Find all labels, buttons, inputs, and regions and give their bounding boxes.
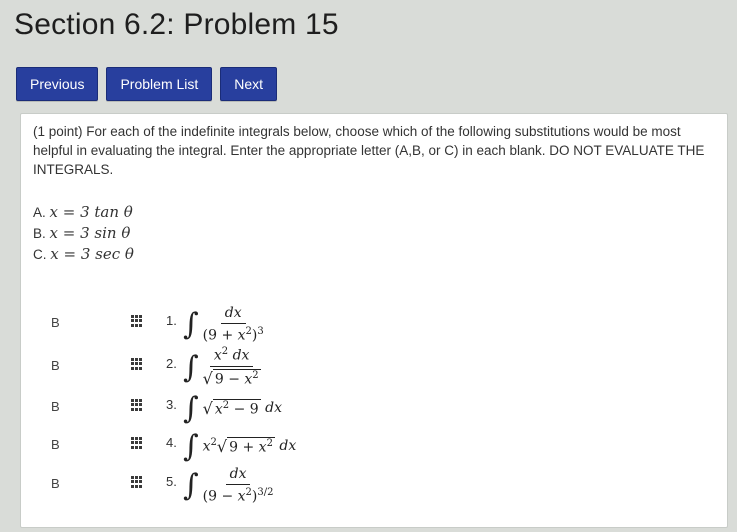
answer-input-4[interactable]: B <box>51 435 121 455</box>
question-number: 4. <box>166 435 177 450</box>
grid-icon[interactable] <box>131 315 143 327</box>
page-title: Section 6.2: Problem 15 <box>14 8 339 41</box>
integral-expression-2: ∫ x2 dx √ 9 − x2 <box>183 346 261 388</box>
integral-expression-4: ∫ x2 √ 9 + x2 dx <box>183 428 297 464</box>
option-a: A. x = 3 tan θ <box>33 202 134 223</box>
next-button[interactable]: Next <box>220 67 278 101</box>
option-substitution: x = 3 tan θ <box>49 203 133 221</box>
grid-icon[interactable] <box>131 358 143 370</box>
option-b: B. x = 3 sin θ <box>33 223 134 244</box>
answer-input-3[interactable]: B <box>51 397 121 417</box>
question-row-4: B 4. ∫ x2 √ 9 + x2 dx <box>21 427 721 465</box>
option-letter: B. <box>33 226 46 241</box>
problem-prompt: (1 point) For each of the indefinite int… <box>33 124 705 177</box>
option-c: C. x = 3 sec θ <box>33 244 134 265</box>
grid-icon[interactable] <box>131 476 143 488</box>
option-substitution: x = 3 sin θ <box>49 224 131 242</box>
problem-list-button[interactable]: Problem List <box>106 67 213 101</box>
grid-icon[interactable] <box>131 399 143 411</box>
problem-nav: Previous Problem List Next <box>16 67 278 101</box>
previous-button[interactable]: Previous <box>16 67 99 101</box>
question-row-5: B 5. ∫ dx (9 − x2)3/2 <box>21 465 721 505</box>
substitution-options: A. x = 3 tan θ B. x = 3 sin θ C. x = 3 s… <box>33 202 134 265</box>
answer-input-2[interactable]: B <box>51 356 121 376</box>
question-number: 1. <box>166 313 177 328</box>
question-number: 2. <box>166 356 177 371</box>
grid-icon[interactable] <box>131 437 143 449</box>
question-number: 3. <box>166 397 177 412</box>
question-number: 5. <box>166 474 177 489</box>
problem-panel: (1 point) For each of the indefinite int… <box>20 113 728 528</box>
integral-expression-1: ∫ dx (9 + x2)3 <box>183 304 264 344</box>
option-substitution: x = 3 sec θ <box>50 245 134 263</box>
question-row-3: B 3. ∫ √ x2 − 9 dx <box>21 389 721 427</box>
integral-expression-3: ∫ √ x2 − 9 dx <box>183 390 282 426</box>
option-letter: C. <box>33 247 47 262</box>
integral-expression-5: ∫ dx (9 − x2)3/2 <box>183 465 274 505</box>
question-row-2: B 2. ∫ x2 dx √ 9 − x2 <box>21 346 721 388</box>
question-row-1: B 1. ∫ dx (9 + x2)3 <box>21 304 721 344</box>
answer-input-5[interactable]: B <box>51 474 121 494</box>
answer-input-1[interactable]: B <box>51 313 121 333</box>
option-letter: A. <box>33 205 46 220</box>
